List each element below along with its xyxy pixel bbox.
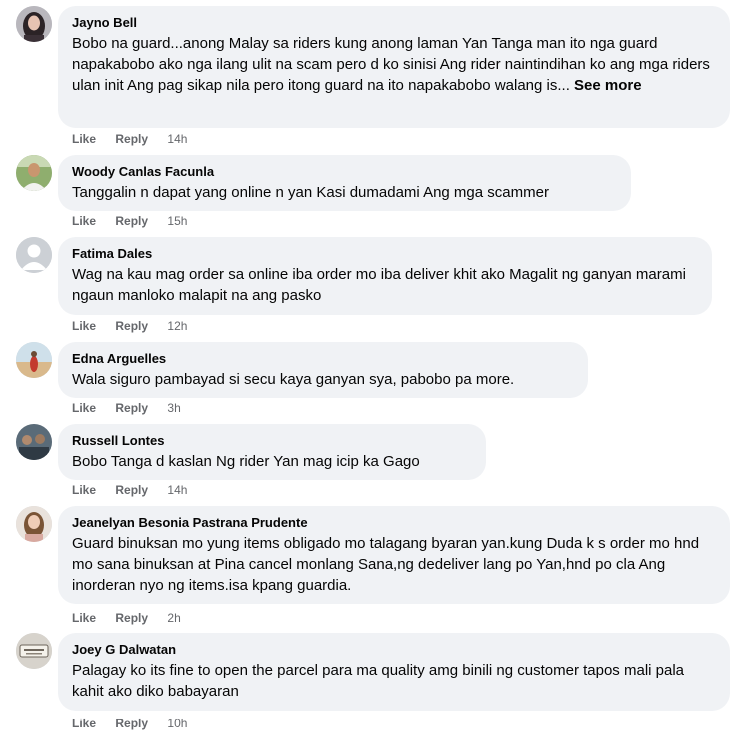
comment-author[interactable]: Jeanelyan Besonia Pastrana Prudente [72,514,716,531]
like-button[interactable]: Like [72,401,96,415]
reply-button[interactable]: Reply [115,611,148,625]
avatar[interactable] [16,342,52,378]
comment-bubble: Fatima Dales Wag na kau mag order sa onl… [58,237,712,315]
profile-photo-outdoor-icon [16,155,52,191]
timestamp[interactable]: 2h [167,611,180,625]
reply-button[interactable]: Reply [115,319,148,333]
comment-author[interactable]: Russell Lontes [72,432,472,449]
see-more-link[interactable]: See more [570,77,642,94]
like-button[interactable]: Like [72,214,96,228]
profile-photo-beach-icon [16,342,52,378]
like-button[interactable]: Like [72,132,96,146]
comment-author[interactable]: Edna Arguelles [72,350,574,367]
like-button[interactable]: Like [72,483,96,497]
avatar[interactable] [16,633,52,669]
reply-button[interactable]: Reply [115,132,148,146]
avatar[interactable] [16,6,52,42]
comment-bubble: Joey G Dalwatan Palagay ko its fine to o… [58,633,730,711]
timestamp[interactable]: 14h [167,483,187,497]
profile-photo-dark-hair-icon [16,6,52,42]
timestamp[interactable]: 15h [167,214,187,228]
comment-actions: Like Reply 3h [72,400,181,416]
timestamp[interactable]: 12h [167,319,187,333]
comment-actions: Like Reply 15h [72,213,187,229]
avatar[interactable] [16,424,52,460]
comment-bubble: Jeanelyan Besonia Pastrana Prudente Guar… [58,506,730,604]
comment-bubble: Jayno Bell Bobo na guard...anong Malay s… [58,6,730,128]
timestamp[interactable]: 14h [167,132,187,146]
avatar[interactable] [16,237,52,273]
comment-author[interactable]: Fatima Dales [72,245,698,262]
like-button[interactable]: Like [72,611,96,625]
reply-button[interactable]: Reply [115,483,148,497]
profile-photo-group-icon [16,424,52,460]
comment-actions: Like Reply 14h [72,482,187,498]
scroll-fade [0,711,750,719]
comment-text: Tanggalin n dapat yang online n yan Kasi… [72,184,549,201]
comment-text: Wala siguro pambayad si secu kaya ganyan… [72,371,515,388]
comment-actions: Like Reply 12h [72,318,187,334]
comment-text: Guard binuksan mo yung items obligado mo… [72,535,700,594]
comment-text: Bobo Tanga d kaslan Ng rider Yan mag ici… [72,453,420,470]
timestamp[interactable]: 3h [167,401,180,415]
profile-photo-sign-icon [16,633,52,669]
comment-bubble: Edna Arguelles Wala siguro pambayad si s… [58,342,588,398]
reply-button[interactable]: Reply [115,214,148,228]
comment-bubble: Woody Canlas Facunla Tanggalin n dapat y… [58,155,631,211]
comment-text: Palagay ko its fine to open the parcel p… [72,662,685,700]
reply-button[interactable]: Reply [115,401,148,415]
comment-author[interactable]: Joey G Dalwatan [72,641,716,658]
comment-text: Bobo na guard...anong Malay sa riders ku… [72,35,710,94]
comment-author[interactable]: Woody Canlas Facunla [72,163,617,180]
avatar[interactable] [16,506,52,542]
default-avatar-icon [16,237,52,273]
comment-actions: Like Reply 14h [72,131,187,147]
like-button[interactable]: Like [72,319,96,333]
avatar[interactable] [16,155,52,191]
comment-author[interactable]: Jayno Bell [72,14,716,31]
profile-photo-woman-icon [16,506,52,542]
comment-actions: Like Reply 2h [72,610,181,626]
comment-bubble: Russell Lontes Bobo Tanga d kaslan Ng ri… [58,424,486,480]
comment-text: Wag na kau mag order sa online iba order… [72,266,686,304]
